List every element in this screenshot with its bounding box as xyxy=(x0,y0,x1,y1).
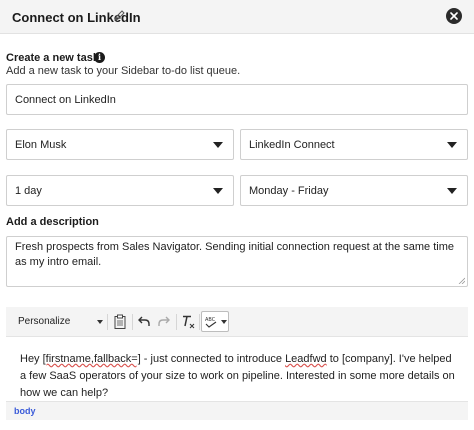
task-name-value: Connect on LinkedIn xyxy=(15,93,116,106)
toolbar-separator xyxy=(176,314,177,330)
element-path[interactable]: body xyxy=(14,406,36,416)
editor-statusbar: body xyxy=(6,401,468,420)
description-textarea[interactable]: Fresh prospects from Sales Navigator. Se… xyxy=(6,236,468,287)
toolbar-separator xyxy=(132,314,133,330)
personalize-dropdown[interactable]: Personalize xyxy=(18,316,70,327)
editor-variable-token: [firstname,fallback=] xyxy=(42,353,141,365)
task-name-input[interactable]: Connect on LinkedIn xyxy=(6,84,468,115)
due-value: 1 day xyxy=(15,184,42,197)
toolbar-separator xyxy=(107,314,108,330)
chevron-down-icon xyxy=(447,141,457,148)
editor-misspelled-word: Leadfwd xyxy=(285,353,327,365)
create-task-subtitle: Add a new task to your Sidebar to-do lis… xyxy=(6,65,241,77)
close-icon[interactable] xyxy=(446,8,462,24)
chevron-down-icon xyxy=(213,141,223,148)
description-heading: Add a description xyxy=(6,216,99,228)
chevron-down-icon xyxy=(221,320,227,324)
email-editor[interactable]: Hey [firstname,fallback=] - just connect… xyxy=(6,337,468,401)
editor-text-segment: - just connected to introduce xyxy=(140,353,286,365)
redo-icon[interactable] xyxy=(158,316,170,327)
clipboard-icon[interactable] xyxy=(114,314,126,329)
schedule-select[interactable]: Monday - Friday xyxy=(240,175,468,206)
editor-toolbar: Personalize ABC xyxy=(6,307,468,337)
task-type-select[interactable]: LinkedIn Connect xyxy=(240,129,468,160)
spellcheck-button[interactable]: ABC xyxy=(201,311,229,332)
svg-text:ABC: ABC xyxy=(205,317,216,323)
undo-icon[interactable] xyxy=(138,316,150,327)
description-value: Fresh prospects from Sales Navigator. Se… xyxy=(15,241,455,268)
task-type-value: LinkedIn Connect xyxy=(249,138,335,151)
schedule-value: Monday - Friday xyxy=(249,184,329,197)
pencil-icon[interactable] xyxy=(113,9,125,23)
info-icon[interactable]: i xyxy=(94,52,105,63)
due-select[interactable]: 1 day xyxy=(6,175,234,206)
chevron-down-icon xyxy=(447,187,457,194)
create-task-heading: Create a new task xyxy=(6,52,99,64)
chevron-down-icon xyxy=(213,187,223,194)
resize-handle-icon[interactable] xyxy=(458,277,465,284)
assignee-value: Elon Musk xyxy=(15,138,67,151)
editor-text-segment: Hey xyxy=(20,353,43,365)
modal-header: Connect on LinkedIn xyxy=(0,0,474,34)
assignee-select[interactable]: Elon Musk xyxy=(6,129,234,160)
clear-format-icon[interactable] xyxy=(182,315,195,329)
spellcheck-icon: ABC xyxy=(205,317,217,328)
email-body-text[interactable]: Hey [firstname,fallback=] - just connect… xyxy=(20,351,460,402)
chevron-down-icon[interactable] xyxy=(97,320,103,324)
toolbar-separator xyxy=(199,314,200,330)
